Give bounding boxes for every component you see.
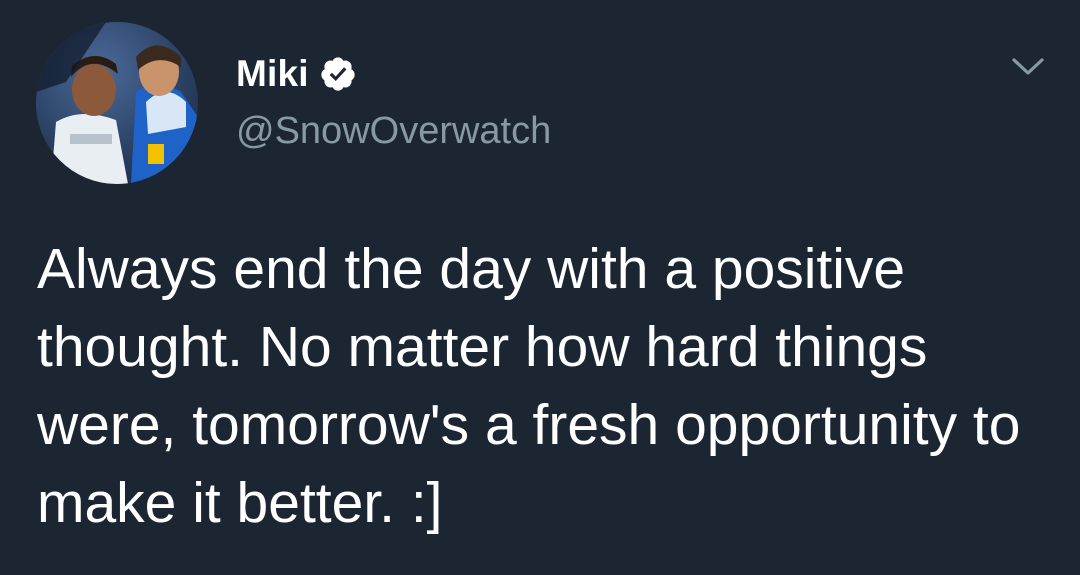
avatar[interactable] bbox=[36, 22, 198, 184]
chevron-down-icon[interactable] bbox=[1008, 52, 1048, 80]
author-name-row: Miki bbox=[236, 52, 357, 96]
tweet-text: Always end the day with a positive thoug… bbox=[37, 237, 1021, 535]
author-handle[interactable]: @SnowOverwatch bbox=[236, 110, 551, 153]
verified-badge-icon bbox=[319, 55, 357, 93]
avatar-image bbox=[36, 22, 198, 184]
tweet-card: Miki @SnowOverwatch Always end the day w… bbox=[0, 0, 1080, 575]
author-display-name[interactable]: Miki bbox=[236, 53, 309, 95]
